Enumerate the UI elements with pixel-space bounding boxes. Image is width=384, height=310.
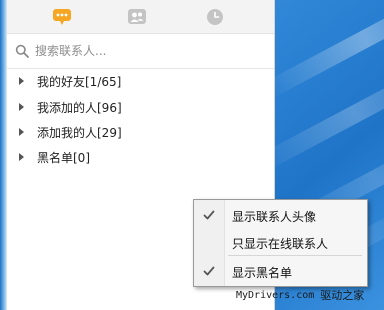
caret-right-icon xyxy=(19,128,24,136)
caret-right-icon xyxy=(19,77,24,85)
checkmark-icon xyxy=(203,210,215,220)
group-added-me[interactable]: 添加我的人[29] xyxy=(7,121,274,143)
menu-separator xyxy=(228,255,362,256)
tab-recent-chats[interactable] xyxy=(52,8,72,26)
desktop-light-streak xyxy=(263,0,384,99)
clock-icon xyxy=(207,9,223,25)
group-label: 我添加的人[96] xyxy=(37,101,122,115)
group-label: 添加我的人[29] xyxy=(37,126,122,140)
caret-right-icon xyxy=(19,153,24,161)
group-label: 我的好友[1/65] xyxy=(37,75,122,89)
chat-bubble-icon xyxy=(53,9,71,25)
tab-bar xyxy=(7,0,274,34)
group-added-by-me[interactable]: 我添加的人[96] xyxy=(7,96,274,118)
watermark-name: 驱动之家 xyxy=(320,289,365,302)
menu-item-label: 只显示在线联系人 xyxy=(232,237,329,251)
search-input[interactable] xyxy=(35,41,265,61)
checkmark-icon xyxy=(203,266,215,276)
watermark-site: MyDrivers.com xyxy=(236,289,315,301)
tab-contacts[interactable] xyxy=(127,8,147,26)
contacts-icon xyxy=(128,9,146,24)
menu-item-show-avatars[interactable]: 显示联系人头像 xyxy=(194,202,367,228)
caret-right-icon xyxy=(19,103,24,111)
menu-item-label: 显示黑名单 xyxy=(232,266,293,280)
search-icon xyxy=(15,44,29,58)
desktop-screen: 我的好友[1/65] 我添加的人[96] 添加我的人[29] 黑名单[0] 显示… xyxy=(0,0,384,310)
window-left-edge xyxy=(0,0,7,310)
menu-item-show-blacklist[interactable]: 显示黑名单 xyxy=(194,258,367,284)
group-my-friends[interactable]: 我的好友[1/65] xyxy=(7,70,274,92)
tab-history[interactable] xyxy=(205,8,225,26)
menu-item-label: 显示联系人头像 xyxy=(232,210,317,224)
group-blacklist[interactable]: 黑名单[0] xyxy=(7,146,274,168)
menu-item-online-only[interactable]: 只显示在线联系人 xyxy=(194,229,367,255)
group-label: 黑名单[0] xyxy=(37,151,90,165)
context-menu: 显示联系人头像 只显示在线联系人 显示黑名单 xyxy=(193,199,368,287)
search-bar xyxy=(7,34,274,69)
watermark: MyDrivers.com 驱动之家 xyxy=(236,285,384,305)
